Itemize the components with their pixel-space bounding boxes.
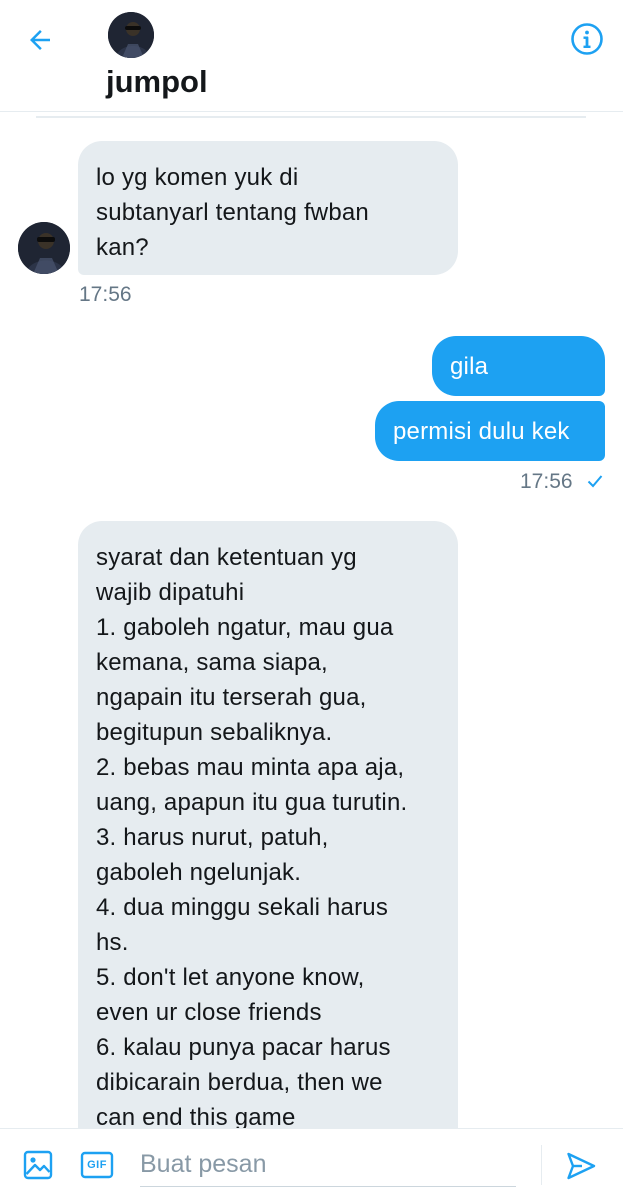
gif-button[interactable]: GIF: [80, 1149, 114, 1181]
send-icon: [567, 1152, 596, 1180]
message-line: subtanyarl tentang fwban: [96, 199, 369, 226]
message-timestamp: 17:56: [520, 470, 573, 493]
contact-name[interactable]: jumpol: [106, 64, 208, 100]
message-line: ngapain itu terserah gua,: [96, 684, 367, 711]
image-icon: [23, 1150, 53, 1180]
message-line: gila: [450, 353, 489, 380]
message-line: begitupun sebaliknya.: [96, 719, 333, 746]
header-avatar[interactable]: [108, 12, 154, 58]
gif-label: GIF: [87, 1159, 107, 1171]
message-line: kan?: [96, 234, 149, 261]
arrow-left-icon: [30, 30, 50, 50]
message-composer: GIF: [0, 1128, 623, 1200]
message-bubble-incoming[interactable]: syarat dan ketentuan yg wajib dipatuhi 1…: [78, 521, 458, 1161]
composer-divider: [541, 1145, 542, 1185]
back-button[interactable]: [22, 22, 58, 58]
message-timestamp: 17:56: [79, 283, 132, 306]
info-icon: [571, 23, 603, 55]
message-line: 4. dua minggu sekali harus: [96, 894, 389, 921]
message-line: permisi dulu kek: [393, 418, 570, 445]
message-bubble-incoming[interactable]: lo yg komen yuk di subtanyarl tentang fw…: [78, 141, 458, 275]
message-input[interactable]: [140, 1143, 516, 1187]
message-line: wajib dipatuhi: [96, 579, 245, 606]
message-line: 2. bebas mau minta apa aja,: [96, 754, 405, 781]
message-line: 3. harus nurut, patuh,: [96, 824, 329, 851]
send-button[interactable]: [562, 1147, 600, 1185]
message-line: kemana, sama siapa,: [96, 649, 328, 676]
message-bubble-outgoing[interactable]: permisi dulu kek: [375, 401, 605, 461]
sender-avatar[interactable]: [18, 222, 70, 274]
message-line: 5. don't let anyone know,: [96, 964, 365, 991]
message-bubble-outgoing[interactable]: gila: [432, 336, 605, 396]
message-line: lo yg komen yuk di: [96, 164, 299, 191]
message-line: gaboleh ngelunjak.: [96, 859, 302, 886]
header-divider: [36, 116, 586, 118]
add-media-button[interactable]: [20, 1147, 56, 1183]
message-line: syarat dan ketentuan yg: [96, 544, 357, 571]
message-line: dibicarain berdua, then we: [96, 1069, 383, 1096]
info-button[interactable]: [568, 20, 606, 58]
conversation-header: jumpol: [0, 0, 623, 112]
check-icon: [587, 475, 603, 488]
message-line: hs.: [96, 929, 129, 956]
message-line: uang, apapun itu gua turutin.: [96, 789, 408, 816]
message-line: 1. gaboleh ngatur, mau gua: [96, 614, 394, 641]
message-line: 6. kalau punya pacar harus: [96, 1034, 391, 1061]
message-line: even ur close friends: [96, 999, 322, 1026]
